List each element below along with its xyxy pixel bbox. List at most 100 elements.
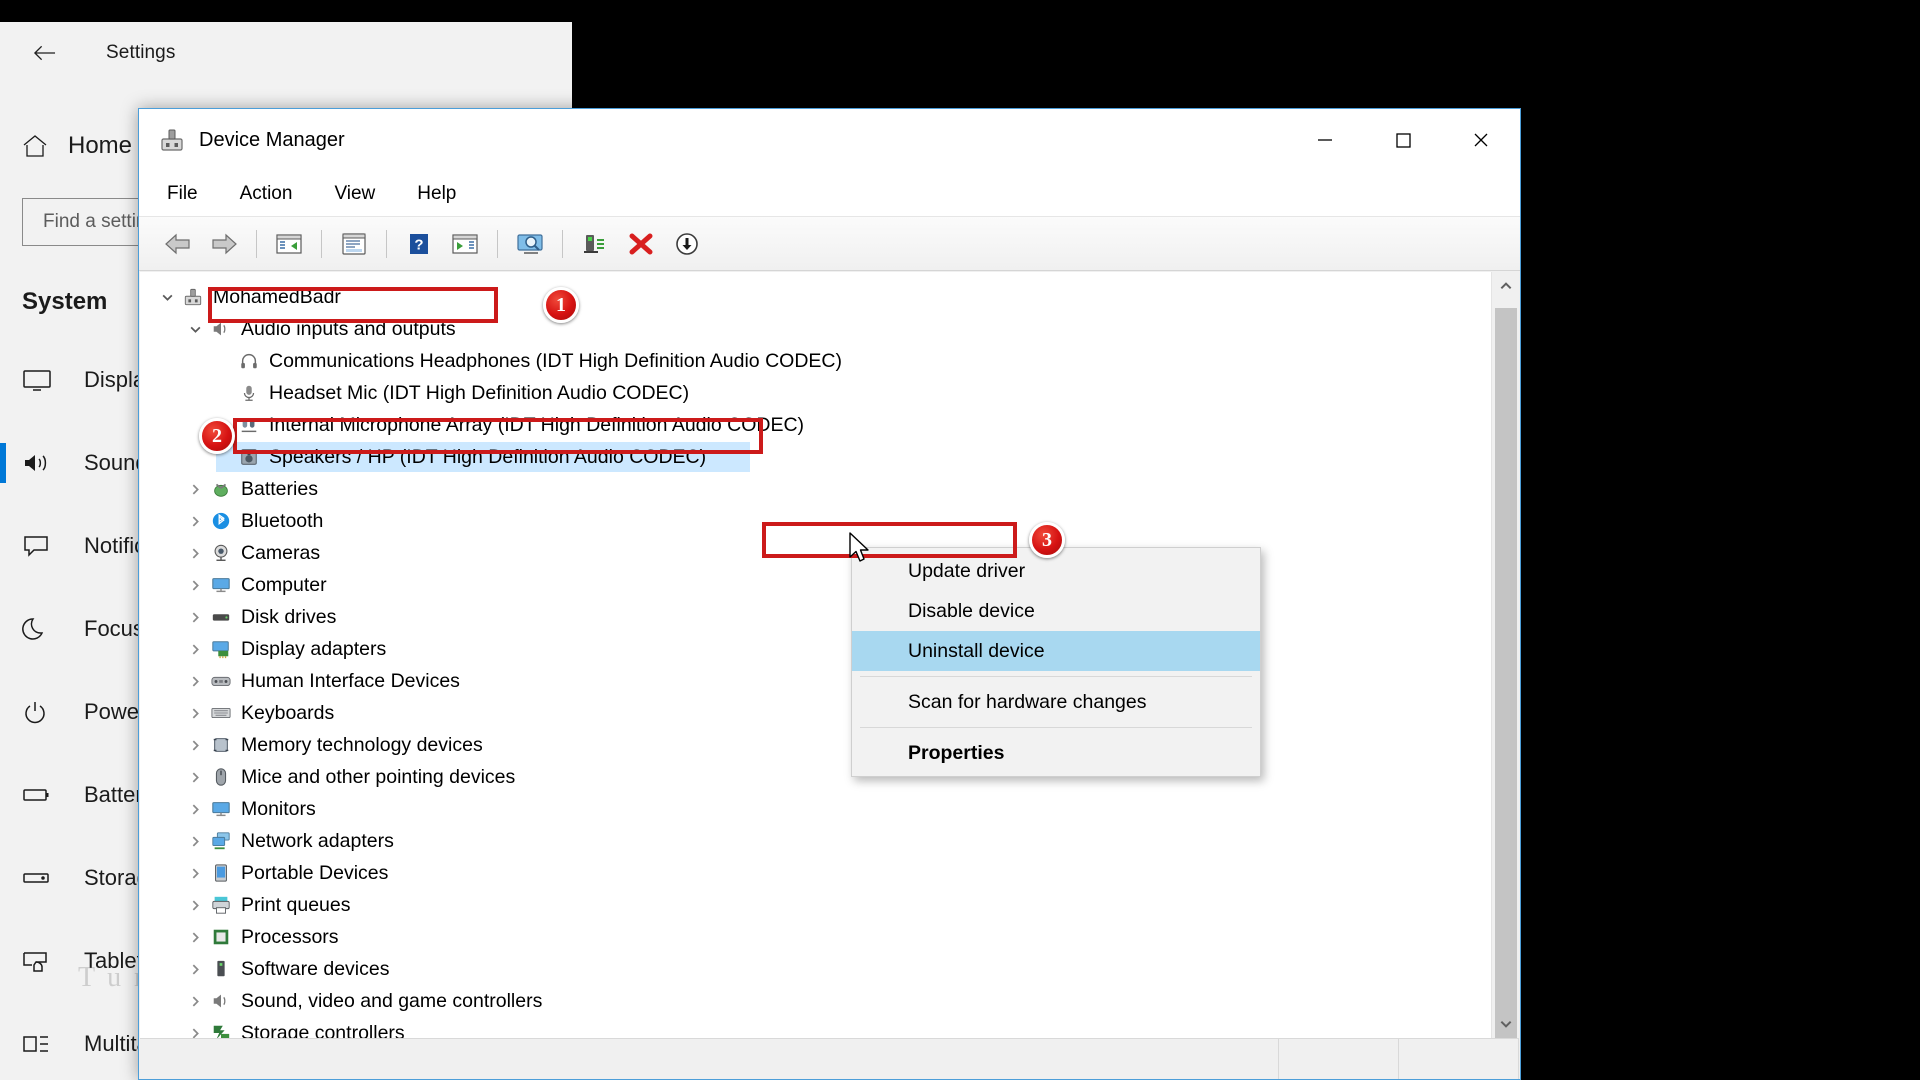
- tree-item-label: Memory technology devices: [241, 733, 483, 756]
- storage-icon: [22, 862, 70, 894]
- selection-indicator: [0, 609, 6, 649]
- tree-item-keyboards[interactable]: Keyboards: [140, 697, 1491, 729]
- show-hide-action-pane-icon[interactable]: [445, 224, 485, 264]
- tablet-icon: [22, 945, 70, 977]
- tree-item-cameras[interactable]: Cameras: [140, 537, 1491, 569]
- tree-item-label: Headset Mic (IDT High Definition Audio C…: [269, 381, 690, 404]
- chevron-right-icon[interactable]: [182, 867, 208, 880]
- tree-item-batteries[interactable]: Batteries: [140, 473, 1491, 505]
- settings-home-label: Home: [68, 132, 133, 159]
- tree-item-internal-microphone-array[interactable]: Internal Microphone Array (IDT High Defi…: [140, 409, 1491, 441]
- multitasking-icon: [22, 1028, 70, 1060]
- tree-item-memory-technology-devices[interactable]: Memory technology devices: [140, 729, 1491, 761]
- tree-item-disk-drives[interactable]: Disk drives: [140, 601, 1491, 633]
- tree-item-computer[interactable]: Computer: [140, 569, 1491, 601]
- context-menu-item-properties[interactable]: Properties: [852, 733, 1260, 773]
- tree-item-label: Processors: [241, 925, 339, 948]
- tree-item-label: Keyboards: [241, 701, 335, 724]
- tree-item-speakers-hp[interactable]: Speakers / HP (IDT High Definition Audio…: [140, 441, 1491, 473]
- tree-item-root[interactable]: MohamedBadr: [140, 281, 1491, 313]
- selection-indicator: [0, 692, 6, 732]
- tree-item-label: Portable Devices: [241, 861, 389, 884]
- context-menu-item-uninstall-device[interactable]: Uninstall device: [852, 631, 1260, 671]
- tree-item-label: Bluetooth: [241, 509, 324, 532]
- tree-item-audio-inputs-and-outputs[interactable]: Audio inputs and outputs: [140, 313, 1491, 345]
- vertical-scrollbar[interactable]: [1491, 272, 1519, 1038]
- back-arrow-icon[interactable]: [20, 36, 68, 70]
- svg-text:?: ?: [414, 236, 423, 253]
- device-tree: MohamedBadr Audio inputs and outputs Com…: [140, 272, 1491, 1038]
- microphone-array-icon: [236, 415, 262, 435]
- tree-item-bluetooth[interactable]: Bluetooth: [140, 505, 1491, 537]
- toolbar-separator: [497, 229, 498, 258]
- chevron-right-icon[interactable]: [182, 579, 208, 592]
- context-menu-item-disable-device[interactable]: Disable device: [852, 591, 1260, 631]
- tree-item-display-adapters[interactable]: Display adapters: [140, 633, 1491, 665]
- tree-item-label: Batteries: [241, 477, 318, 500]
- status-cell-3: [1399, 1038, 1519, 1079]
- chevron-right-icon[interactable]: [182, 1027, 208, 1039]
- status-cell-2: [1279, 1038, 1400, 1079]
- chevron-right-icon[interactable]: [182, 547, 208, 560]
- selection-indicator: [0, 775, 6, 815]
- tree-item-communications-headphones[interactable]: Communications Headphones (IDT High Defi…: [140, 345, 1491, 377]
- minimize-button[interactable]: [1286, 109, 1364, 171]
- tree-item-mice-and-other-pointing-devices[interactable]: Mice and other pointing devices: [140, 761, 1491, 793]
- tree-item-print-queues[interactable]: Print queues: [140, 889, 1491, 921]
- menu-file[interactable]: File: [163, 179, 202, 209]
- chevron-right-icon[interactable]: [182, 643, 208, 656]
- menu-view[interactable]: View: [330, 179, 379, 209]
- selection-indicator: [0, 1024, 6, 1064]
- context-menu-item-update-driver[interactable]: Update driver: [852, 551, 1260, 591]
- properties-icon[interactable]: [334, 224, 374, 264]
- chevron-right-icon[interactable]: [182, 899, 208, 912]
- tree-item-sound-video-and-game-controllers[interactable]: Sound, video and game controllers: [140, 985, 1491, 1017]
- help-icon[interactable]: ?: [399, 224, 439, 264]
- menu-help[interactable]: Help: [413, 179, 460, 209]
- chevron-right-icon[interactable]: [182, 515, 208, 528]
- show-hide-console-tree-icon[interactable]: [269, 224, 309, 264]
- menu-action[interactable]: Action: [236, 179, 297, 209]
- maximize-button[interactable]: [1364, 109, 1442, 171]
- chevron-down-icon[interactable]: [154, 291, 180, 304]
- chevron-right-icon[interactable]: [182, 931, 208, 944]
- update-driver-icon[interactable]: [575, 224, 615, 264]
- scroll-up-button[interactable]: [1492, 272, 1519, 300]
- close-button[interactable]: [1442, 109, 1520, 171]
- speaker-icon: [208, 991, 234, 1011]
- scrollbar-thumb[interactable]: [1495, 308, 1517, 1038]
- scroll-down-button[interactable]: [1492, 1010, 1519, 1038]
- chevron-right-icon[interactable]: [182, 995, 208, 1008]
- chevron-right-icon[interactable]: [182, 707, 208, 720]
- back-icon[interactable]: [158, 224, 198, 264]
- bluetooth-icon: [208, 511, 234, 531]
- chevron-right-icon[interactable]: [182, 963, 208, 976]
- mouse-cursor: [849, 532, 869, 562]
- tree-item-software-devices[interactable]: Software devices: [140, 953, 1491, 985]
- chevron-right-icon[interactable]: [182, 771, 208, 784]
- context-menu-item-scan-for-hardware-changes[interactable]: Scan for hardware changes: [852, 682, 1260, 722]
- context-menu-separator: [860, 727, 1252, 728]
- tree-item-human-interface-devices[interactable]: Human Interface Devices: [140, 665, 1491, 697]
- tree-item-processors[interactable]: Processors: [140, 921, 1491, 953]
- chevron-right-icon[interactable]: [182, 611, 208, 624]
- uninstall-device-icon[interactable]: [621, 224, 661, 264]
- chevron-down-icon[interactable]: [182, 323, 208, 336]
- tree-item-headset-mic[interactable]: Headset Mic (IDT High Definition Audio C…: [140, 377, 1491, 409]
- chevron-right-icon[interactable]: [182, 803, 208, 816]
- tree-item-portable-devices[interactable]: Portable Devices: [140, 857, 1491, 889]
- tree-item-storage-controllers[interactable]: Storage controllers: [140, 1017, 1491, 1038]
- scan-for-hardware-changes-icon[interactable]: [510, 224, 550, 264]
- forward-icon[interactable]: [204, 224, 244, 264]
- chevron-right-icon[interactable]: [182, 675, 208, 688]
- selection-indicator: [0, 526, 6, 566]
- context-menu-separator: [860, 676, 1252, 677]
- tree-item-monitors[interactable]: Monitors: [140, 793, 1491, 825]
- disable-device-icon[interactable]: [667, 224, 707, 264]
- device-manager-titlebar: Device Manager: [139, 109, 1520, 171]
- tree-item-network-adapters[interactable]: Network adapters: [140, 825, 1491, 857]
- chevron-right-icon[interactable]: [182, 739, 208, 752]
- annotation-badge-1: 1: [543, 287, 579, 323]
- chevron-right-icon[interactable]: [182, 835, 208, 848]
- chevron-right-icon[interactable]: [182, 483, 208, 496]
